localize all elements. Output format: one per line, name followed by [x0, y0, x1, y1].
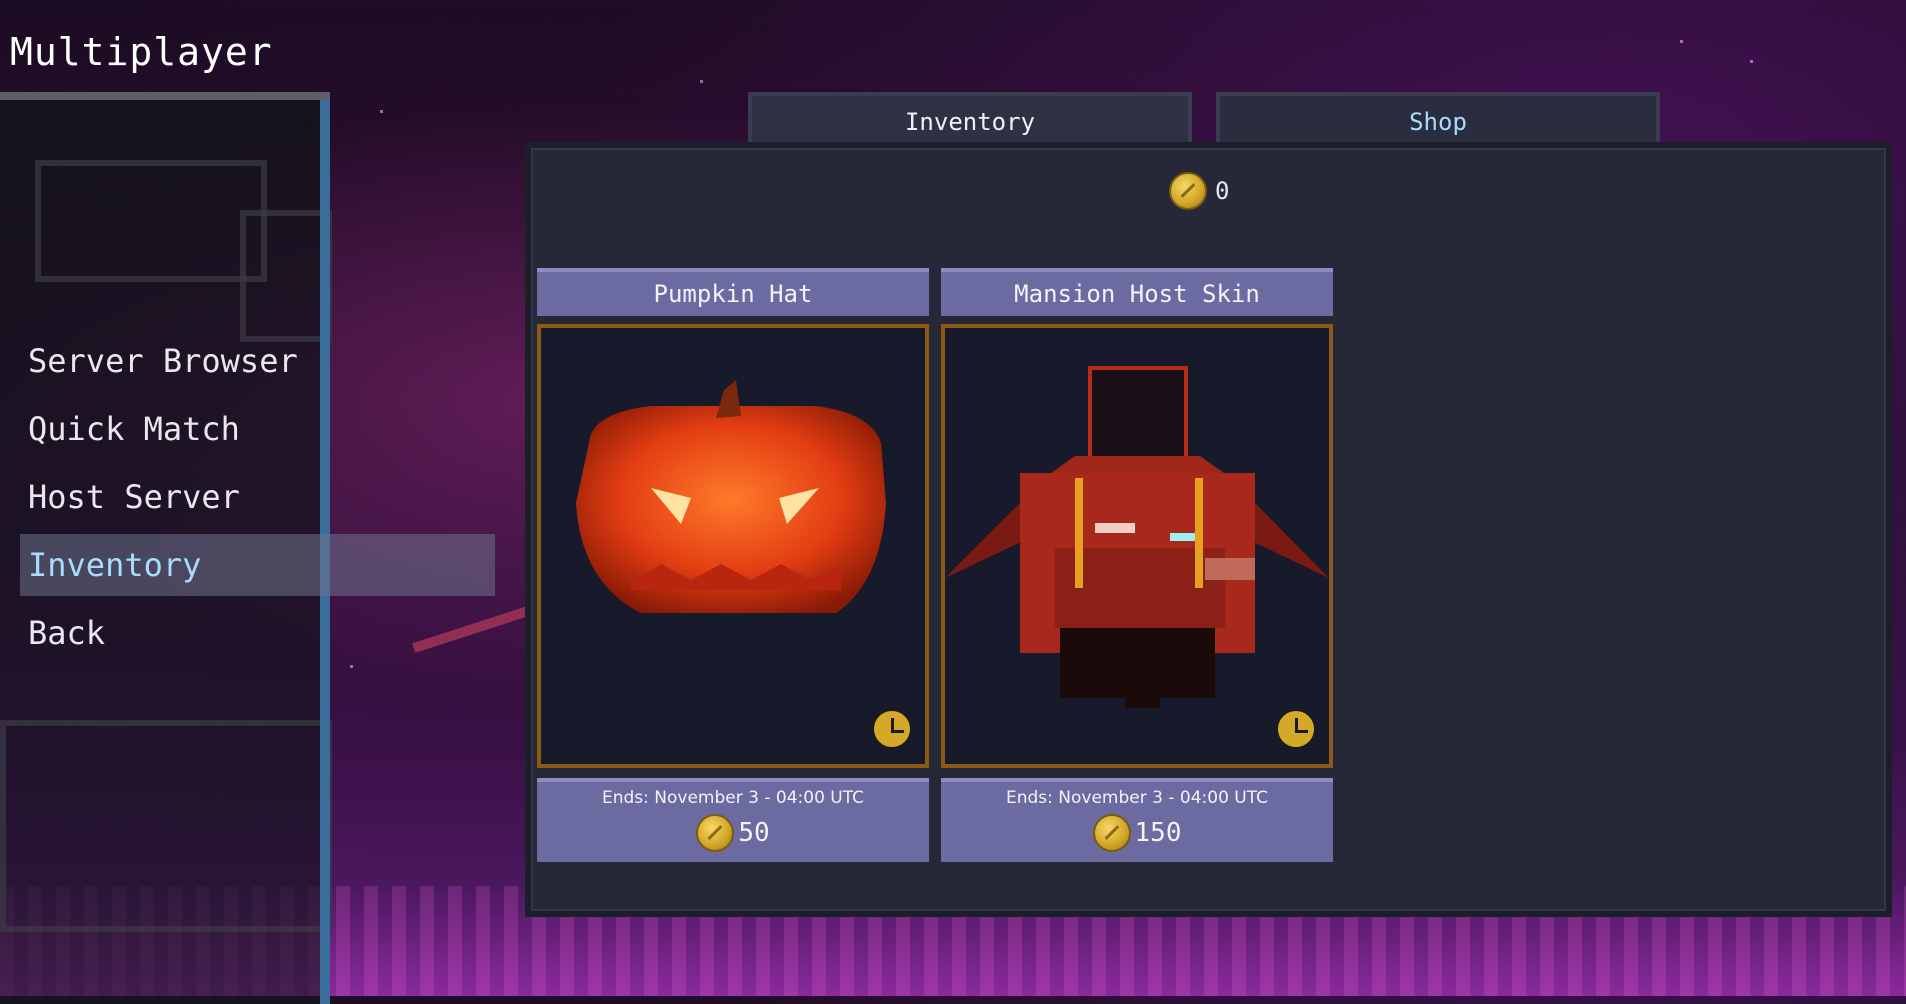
tab-label: Shop	[1409, 108, 1467, 136]
item-price-value: 50	[738, 818, 770, 848]
clock-icon	[871, 708, 913, 750]
item-price: 50	[537, 814, 929, 852]
item-card-mansion-host-skin[interactable]: Mansion Host Skin Ends: November 3 - 04:…	[941, 268, 1333, 862]
tab-shop[interactable]: Shop	[1216, 92, 1660, 144]
menu-item-label: Inventory	[28, 546, 202, 584]
item-footer: Ends: November 3 - 04:00 UTC 150	[941, 778, 1333, 862]
menu-item-host-server[interactable]: Host Server	[20, 466, 495, 528]
coin-icon	[1092, 814, 1131, 852]
menu-item-inventory[interactable]: Inventory	[20, 534, 495, 596]
panel-decoration	[240, 210, 332, 342]
item-footer: Ends: November 3 - 04:00 UTC 50	[537, 778, 929, 862]
main-menu: Server Browser Quick Match Host Server I…	[20, 330, 495, 670]
mansion-host-skin-image	[941, 324, 1333, 768]
pumpkin-hat-image	[537, 324, 929, 768]
menu-item-label: Quick Match	[28, 410, 240, 448]
item-end-time: Ends: November 3 - 04:00 UTC	[602, 788, 864, 808]
tab-label: Inventory	[904, 108, 1036, 136]
coin-icon	[1169, 172, 1207, 210]
coin-balance: 0	[1169, 172, 1229, 210]
clock-icon	[1275, 708, 1317, 750]
background-star	[1750, 60, 1753, 63]
robot-skin-icon	[945, 366, 1329, 708]
background-star	[380, 110, 383, 113]
inventory-panel: 0 Pumpkin Hat Ends: November 3 - 04:00 U…	[525, 142, 1892, 917]
coin-icon	[696, 814, 735, 852]
menu-item-back[interactable]: Back	[20, 602, 495, 664]
item-price: 150	[941, 814, 1333, 852]
item-name: Mansion Host Skin	[941, 268, 1333, 316]
item-name: Pumpkin Hat	[537, 268, 929, 316]
menu-item-label: Host Server	[28, 478, 240, 516]
pumpkin-icon	[576, 380, 886, 613]
menu-item-label: Server Browser	[28, 342, 298, 380]
coin-balance-amount: 0	[1215, 177, 1230, 205]
tab-inventory[interactable]: Inventory	[748, 92, 1192, 144]
panel-decoration	[0, 720, 332, 932]
item-price-value: 150	[1134, 818, 1182, 848]
screen-title: Multiplayer	[10, 30, 273, 74]
menu-item-quick-match[interactable]: Quick Match	[20, 398, 495, 460]
menu-item-label: Back	[28, 614, 106, 652]
background-star	[1680, 40, 1683, 43]
background-star	[700, 80, 703, 83]
item-card-pumpkin-hat[interactable]: Pumpkin Hat Ends: November 3 - 04:00 UTC…	[537, 268, 929, 862]
item-end-time: Ends: November 3 - 04:00 UTC	[1006, 788, 1268, 808]
panel-decoration	[35, 160, 267, 282]
menu-item-server-browser[interactable]: Server Browser	[20, 330, 495, 392]
